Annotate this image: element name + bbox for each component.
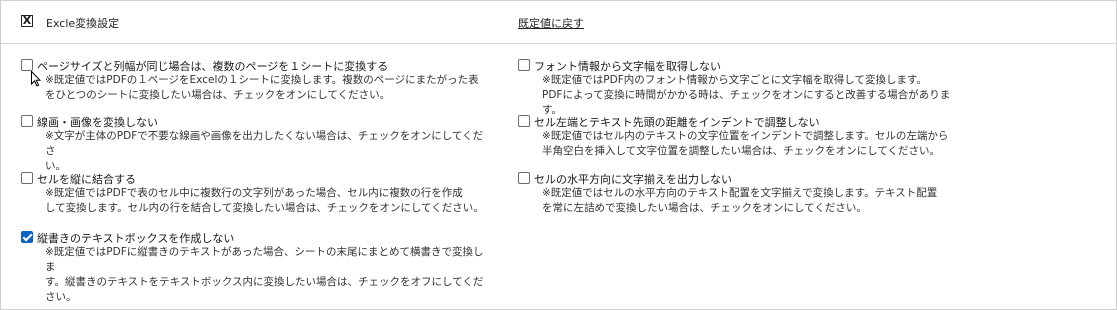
skip-graphics-label[interactable]: 線画・画像を変換しない — [37, 114, 158, 130]
horizontal-align-checkbox[interactable] — [518, 172, 530, 184]
merge-pages-label[interactable]: ページサイズと列幅が同じ場合は、複数のページを１シートに変換する — [37, 58, 388, 74]
indent-distance-checkbox[interactable] — [518, 115, 530, 127]
indent-distance-label[interactable]: セル左端とテキスト先頭の距離をインデントで調整しない — [534, 114, 820, 130]
excel-settings-panel: X Excle変換設定 既定値に戻す ページサイズと列幅が同じ場合は、複数のペー… — [0, 0, 1117, 310]
close-icon[interactable]: X — [21, 15, 33, 27]
font-width-label[interactable]: フォント情報から文字幅を取得しない — [534, 58, 721, 74]
merge-pages-checkbox[interactable] — [21, 59, 33, 71]
font-width-description: ※既定値ではPDF内のフォント情報から文字ごとに文字幅を取得して変換します。 P… — [542, 74, 951, 116]
merge-cells-vertical-checkbox[interactable] — [21, 172, 33, 184]
merge-pages-description: ※既定値ではPDFの１ページをExcelの１シートに変換します。複数のページにま… — [45, 74, 479, 101]
skip-graphics-checkbox[interactable] — [21, 115, 33, 127]
panel-header: X Excle変換設定 既定値に戻す — [1, 1, 1116, 44]
indent-distance-description: ※既定値ではセル内のテキストの文字位置をインデントで調整します。セルの左端から … — [542, 130, 949, 157]
skip-graphics-description: ※文字が主体のPDFで不要な線画や画像を出力したくない場合は、チェックをオンにし… — [45, 130, 484, 172]
mouse-pointer-icon — [31, 71, 41, 87]
merge-cells-vertical-description: ※既定値ではPDFで表のセル中に複数行の文字列があった場合、セル内に複数の行を作… — [45, 187, 484, 214]
no-vertical-textbox-description: ※既定値ではPDFに縦書きのテキストがあった場合、シートの末尾にまとめて横書きで… — [45, 246, 484, 303]
reset-defaults-link[interactable]: 既定値に戻す — [518, 15, 584, 31]
horizontal-align-label[interactable]: セルの水平方向に文字揃えを出力しない — [534, 171, 732, 187]
merge-cells-vertical-label[interactable]: セルを縦に結合する — [37, 171, 136, 187]
font-width-checkbox[interactable] — [518, 59, 530, 71]
panel-title: Excle変換設定 — [46, 17, 120, 30]
no-vertical-textbox-checkbox[interactable] — [21, 231, 33, 243]
no-vertical-textbox-label[interactable]: 縦書きのテキストボックスを作成しない — [37, 230, 234, 246]
horizontal-align-description: ※既定値ではセルの水平方向のテキスト配置を文字揃えで変換します。テキスト配置 を… — [542, 187, 938, 214]
